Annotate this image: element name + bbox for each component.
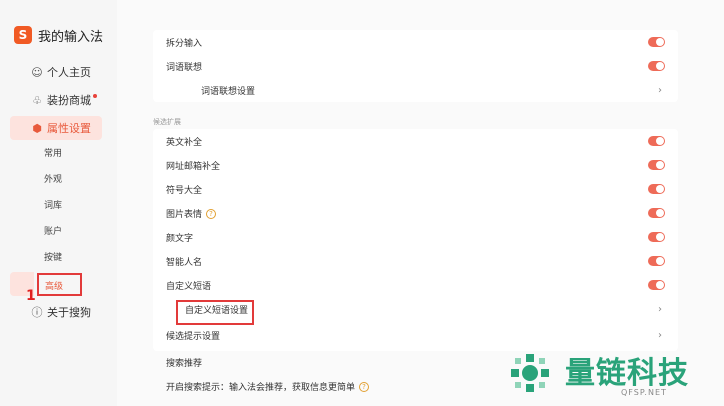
- toggle-switch[interactable]: [648, 136, 665, 146]
- row-label-text: 开启搜索提示：输入法会推荐，获取信息更简单: [166, 382, 356, 393]
- settings-content: 拆分输入 词语联想 词语联想设置 › 候选扩展 英文补全 网址邮箱补全 符号大全…: [117, 0, 724, 406]
- subitem-advanced[interactable]: 高级: [37, 273, 82, 296]
- brand: S 我的输入法: [14, 24, 103, 46]
- row-label: 词语联想: [166, 62, 203, 73]
- row-label: 词语联想设置: [201, 86, 256, 97]
- watermark-subtext: QFSP.NET: [621, 388, 667, 397]
- toggle-switch[interactable]: [648, 280, 665, 290]
- annotation-1: 1: [26, 288, 36, 304]
- watermark-text: 量链科技: [565, 356, 689, 391]
- notification-dot: [93, 94, 97, 98]
- annotation-highlight-box: [176, 300, 254, 325]
- row-word-association-settings[interactable]: 词语联想设置 ›: [153, 78, 678, 102]
- toggle-switch[interactable]: [648, 184, 665, 194]
- subitem-advanced-label: 高级: [45, 282, 64, 292]
- row-label: 颜文字: [166, 233, 194, 244]
- shield-icon: ⬢: [32, 121, 42, 135]
- toggle-switch[interactable]: [648, 208, 665, 218]
- person-icon: ☺: [31, 65, 43, 79]
- row-url-email-complete: 网址邮箱补全: [153, 153, 678, 177]
- row-candidate-hint-settings[interactable]: 候选提示设置 ›: [153, 323, 678, 347]
- row-label: 拆分输入: [166, 38, 203, 49]
- row-label: 符号大全: [166, 185, 203, 196]
- row-word-association: 词语联想: [153, 54, 678, 78]
- toggle-switch[interactable]: [648, 160, 665, 170]
- help-icon[interactable]: ?: [359, 382, 370, 392]
- settings-window: S 我的输入法 ☺ 个人主页 ♧ 装扮商城 ⬢ 属性设置 常用 外观 词库 账户…: [0, 0, 724, 406]
- row-label: 网址邮箱补全: [166, 161, 221, 172]
- row-symbols: 符号大全: [153, 177, 678, 201]
- toggle-switch[interactable]: [648, 61, 665, 71]
- sidebar-item-store[interactable]: ♧ 装扮商城: [10, 88, 102, 112]
- info-icon: ⓘ: [31, 306, 43, 319]
- row-label: 自定义短语: [166, 281, 212, 292]
- toggle-switch[interactable]: [648, 37, 665, 47]
- chevron-right-icon: ›: [658, 329, 662, 341]
- row-split-input: 拆分输入: [153, 30, 678, 54]
- row-label: 智能人名: [166, 257, 203, 268]
- sogou-logo-icon: S: [14, 26, 32, 44]
- sidebar: S 我的输入法 ☺ 个人主页 ♧ 装扮商城 ⬢ 属性设置 常用 外观 词库 账户…: [0, 0, 117, 406]
- sidebar-item-label: 个人主页: [47, 66, 91, 79]
- row-label: 图片表情?: [166, 207, 217, 220]
- row-custom-phrase: 自定义短语: [153, 273, 678, 297]
- subitem-keys[interactable]: 按键: [44, 249, 62, 267]
- row-label-text: 图片表情: [166, 209, 203, 220]
- toggle-switch[interactable]: [648, 232, 665, 242]
- sidebar-item-about[interactable]: ⓘ 关于搜狗: [10, 300, 102, 324]
- sidebar-item-label: 属性设置: [47, 122, 91, 135]
- row-english-complete: 英文补全: [153, 129, 678, 153]
- row-kaomoji: 颜文字: [153, 225, 678, 249]
- subitem-dictionary[interactable]: 词库: [44, 197, 62, 215]
- row-label: 搜索推荐: [166, 358, 203, 369]
- sidebar-item-label: 关于搜狗: [47, 306, 91, 319]
- chevron-right-icon: ›: [658, 84, 662, 96]
- subitem-common[interactable]: 常用: [44, 145, 62, 163]
- sidebar-item-profile[interactable]: ☺ 个人主页: [10, 60, 102, 84]
- row-smart-names: 智能人名: [153, 249, 678, 273]
- row-label: 开启搜索提示：输入法会推荐，获取信息更简单?: [166, 380, 370, 393]
- toggle-switch[interactable]: [648, 256, 665, 266]
- row-label: 英文补全: [166, 137, 203, 148]
- input-card: 拆分输入 词语联想 词语联想设置 ›: [153, 30, 678, 102]
- sidebar-item-label: 装扮商城: [47, 94, 91, 107]
- row-image-emoji: 图片表情?: [153, 201, 678, 225]
- shirt-icon: ♧: [32, 93, 42, 107]
- watermark: 量链科技 QFSP.NET: [505, 348, 715, 398]
- subitem-account[interactable]: 账户: [44, 223, 62, 241]
- sidebar-item-settings[interactable]: ⬢ 属性设置: [10, 116, 102, 140]
- help-icon[interactable]: ?: [206, 209, 217, 219]
- watermark-logo-icon: [511, 354, 549, 392]
- chevron-right-icon: ›: [658, 303, 662, 315]
- section-label: 候选扩展: [153, 118, 181, 126]
- subitem-appearance[interactable]: 外观: [44, 171, 62, 189]
- row-label: 候选提示设置: [166, 331, 221, 342]
- app-title: 我的输入法: [38, 29, 104, 45]
